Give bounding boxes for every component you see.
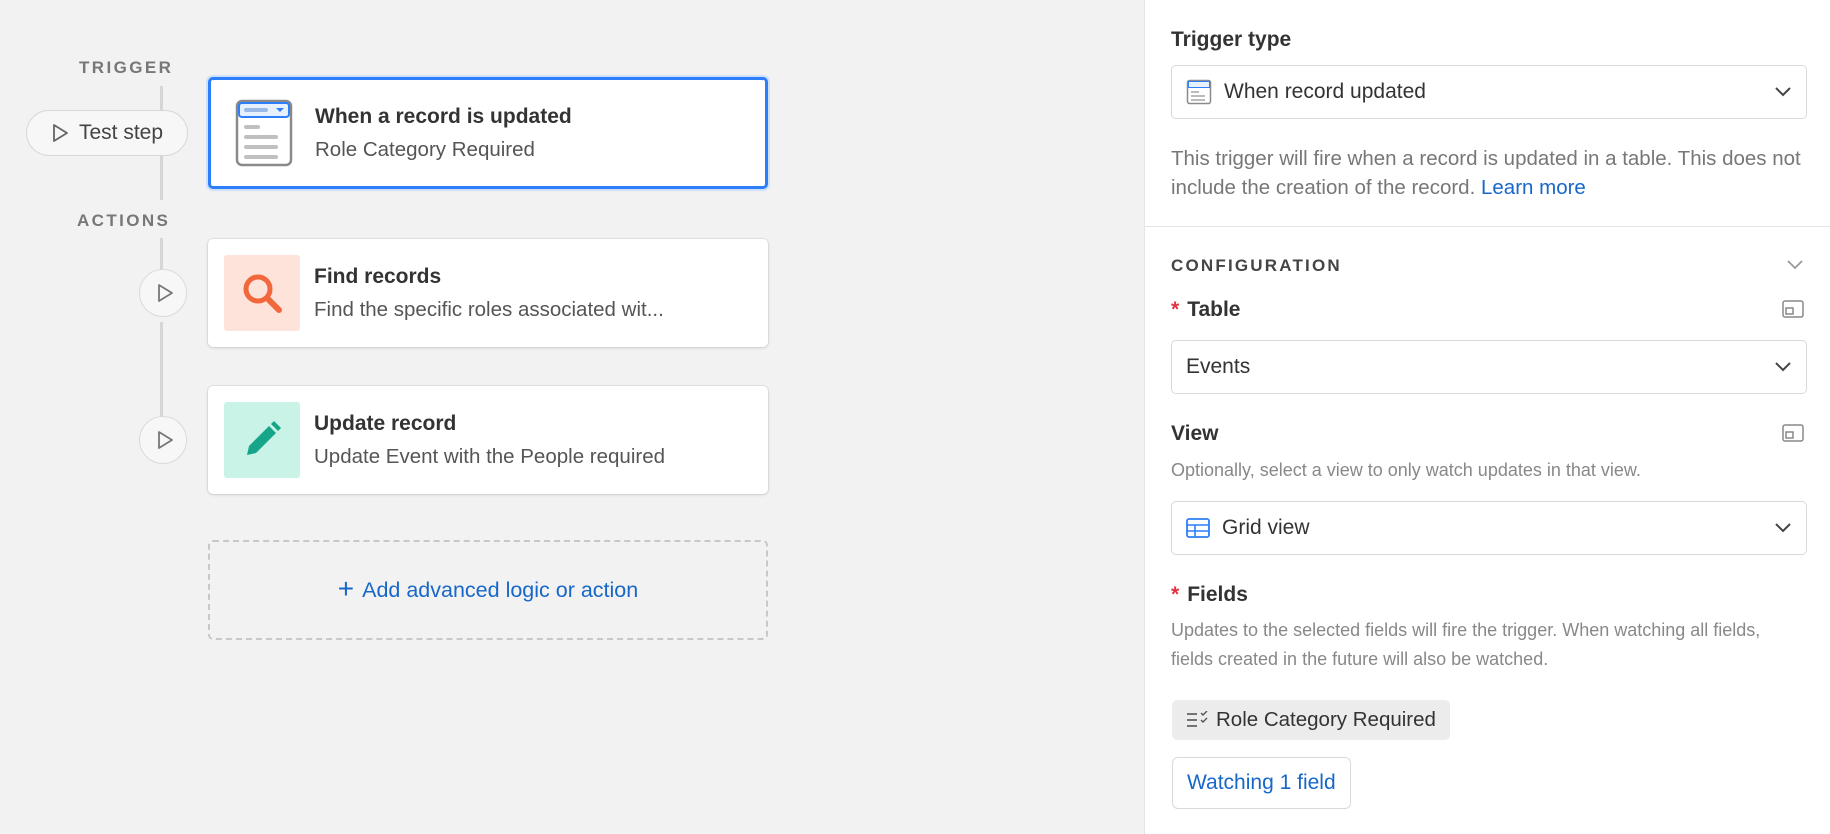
play-icon <box>157 431 173 449</box>
action-card-title: Find records <box>314 265 442 288</box>
trigger-section-label: TRIGGER <box>79 58 174 77</box>
collapse-chevron-icon[interactable] <box>1786 259 1804 271</box>
trigger-card-subtitle: Role Category Required <box>315 138 535 161</box>
table-label-text: Table <box>1187 298 1241 321</box>
grid-view-icon <box>1186 518 1210 538</box>
fields-help: Updates to the selected fields will fire… <box>1171 620 1761 669</box>
fields-label: * Fields <box>1171 583 1248 607</box>
action-card-update-record[interactable]: Update record Update Event with the Peop… <box>208 386 768 494</box>
run-action-button[interactable] <box>139 416 187 464</box>
field-chip[interactable]: Role Category Required <box>1172 700 1450 740</box>
play-icon <box>157 284 173 302</box>
table-value: Events <box>1186 355 1251 378</box>
view-label: View <box>1171 422 1219 445</box>
rail-segment <box>160 156 163 200</box>
trigger-type-select[interactable]: When record updated <box>1171 65 1807 119</box>
pencil-icon <box>224 402 300 478</box>
plus-icon: + <box>337 572 355 604</box>
actions-section-label: ACTIONS <box>77 211 171 230</box>
action-card-subtitle: Update Event with the People required <box>314 445 666 468</box>
config-panel: Trigger type When record updated This tr… <box>1144 0 1830 834</box>
view-help: Optionally, select a view to only watch … <box>1171 460 1641 480</box>
action-card-title: Update record <box>314 412 457 435</box>
panel-layout-icon[interactable] <box>1782 300 1804 318</box>
multiple-select-field-icon <box>1187 711 1208 727</box>
record-updated-icon <box>235 95 293 171</box>
table-select[interactable]: Events <box>1171 340 1807 394</box>
action-card-find-records[interactable]: Find records Find the specific roles ass… <box>208 239 768 347</box>
chevron-down-icon <box>1775 87 1791 97</box>
required-marker: * <box>1171 583 1180 606</box>
trigger-card-title: When a record is updated <box>315 105 572 128</box>
test-step-label: Test step <box>78 121 164 144</box>
trigger-card[interactable]: When a record is updated Role Category R… <box>208 77 768 189</box>
divider <box>1145 226 1830 227</box>
record-updated-icon <box>1186 79 1212 105</box>
required-marker: * <box>1171 298 1180 321</box>
automation-canvas: TRIGGER ACTIONS Test step When a record … <box>0 0 1144 834</box>
field-chip-label: Role Category Required <box>1216 708 1436 731</box>
add-action-button[interactable]: + Add advanced logic or action <box>208 540 768 640</box>
search-icon <box>224 255 300 331</box>
panel-layout-icon[interactable] <box>1782 424 1804 442</box>
play-icon <box>53 124 68 142</box>
fields-label-text: Fields <box>1187 583 1248 606</box>
chevron-down-icon <box>1775 362 1791 372</box>
action-card-subtitle: Find the specific roles associated wit..… <box>314 298 664 321</box>
table-label: * Table <box>1171 298 1240 322</box>
add-action-label: Add advanced logic or action <box>362 577 639 602</box>
configuration-heading: CONFIGURATION <box>1171 256 1342 275</box>
run-action-button[interactable] <box>139 269 187 317</box>
trigger-description: This trigger will fire when a record is … <box>1171 144 1811 202</box>
trigger-type-label: Trigger type <box>1171 28 1292 51</box>
view-select[interactable]: Grid view <box>1171 501 1807 555</box>
chevron-down-icon <box>1775 523 1791 533</box>
rail-segment <box>160 322 163 420</box>
view-value: Grid view <box>1222 516 1310 539</box>
watching-fields-button[interactable]: Watching 1 field <box>1172 757 1351 809</box>
test-step-button[interactable]: Test step <box>26 110 188 156</box>
learn-more-link[interactable]: Learn more <box>1481 176 1586 199</box>
rail-segment <box>160 86 163 110</box>
trigger-type-value: When record updated <box>1224 80 1426 103</box>
